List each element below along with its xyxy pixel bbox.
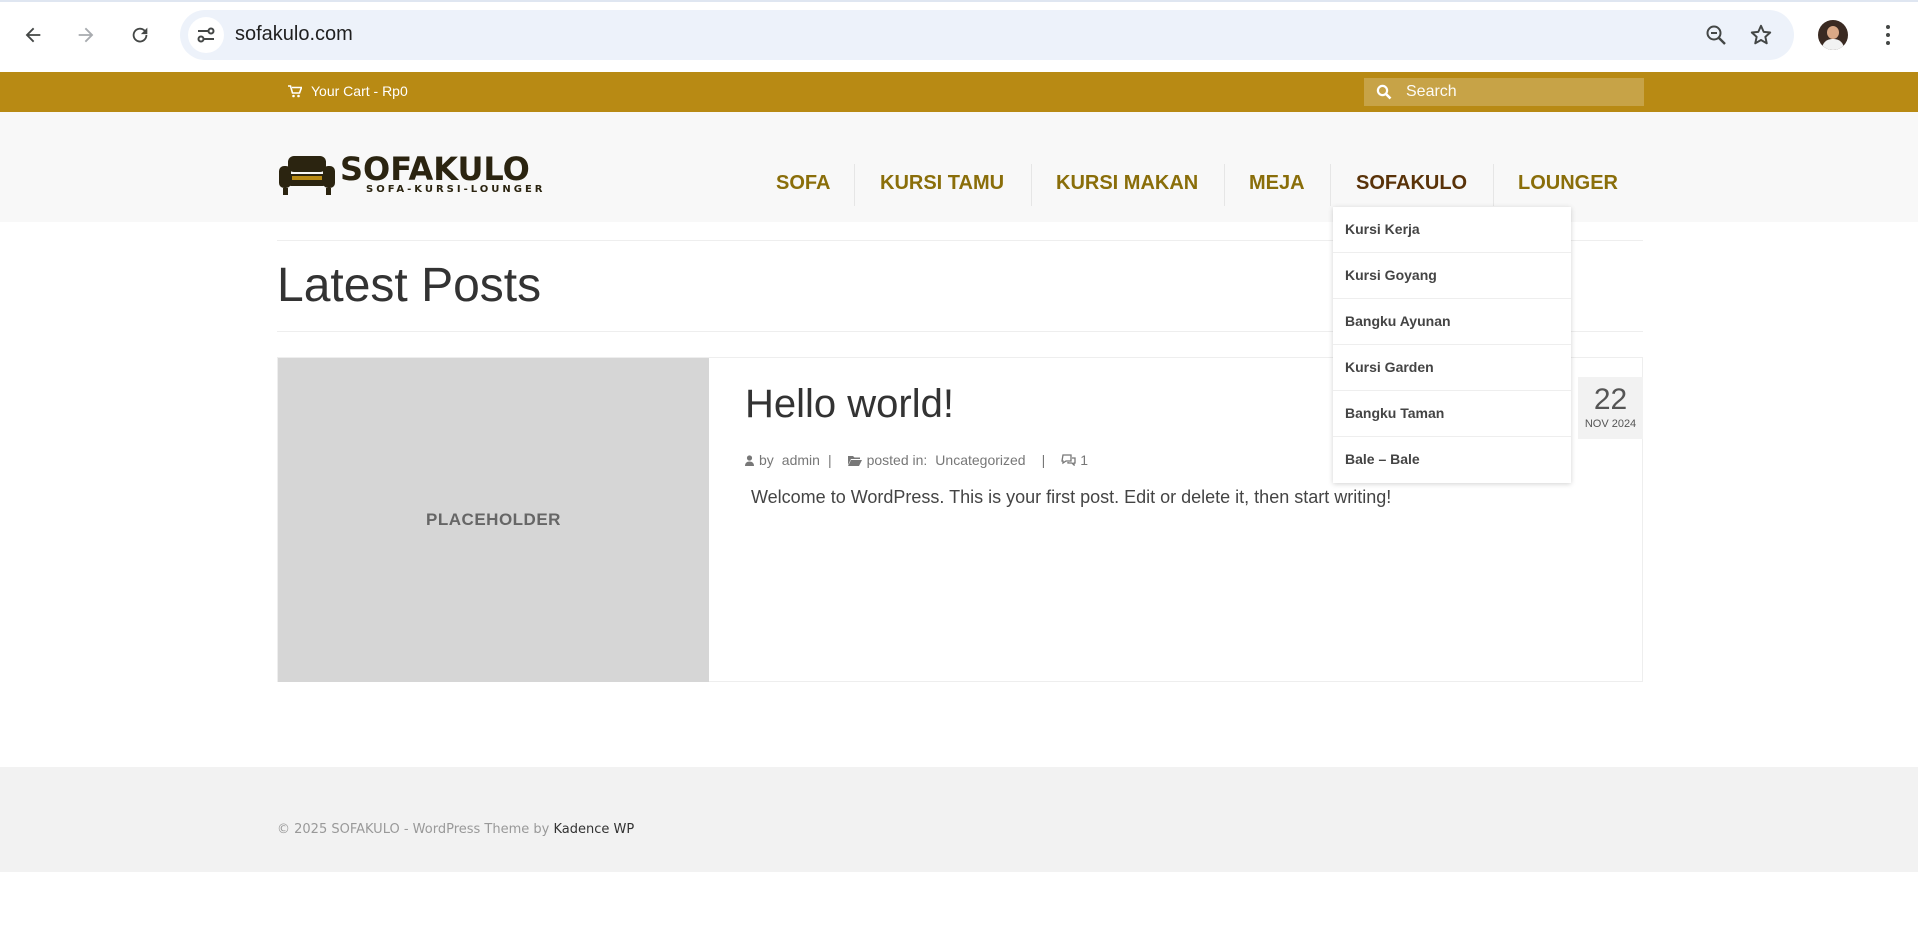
post-date-month-year: NOV 2024: [1584, 418, 1637, 430]
nav-divider: [854, 164, 855, 206]
submenu-item-bangku-ayunan[interactable]: Bangku Ayunan: [1333, 299, 1571, 345]
comments-icon: [1061, 454, 1076, 466]
nav-divider: [1493, 164, 1494, 206]
nav-divider: [1330, 164, 1331, 206]
post-excerpt: Welcome to WordPress. This is your first…: [751, 487, 1392, 507]
arrow-right-icon: [78, 27, 94, 43]
reload-icon: [132, 27, 148, 43]
avatar-face: [1827, 26, 1839, 39]
submenu-item-bale-bale[interactable]: Bale – Bale: [1333, 437, 1571, 483]
theme-credit-link[interactable]: Kadence WP: [554, 822, 635, 837]
copyright-text: © 2025 SOFAKULO - WordPress Theme by: [277, 822, 550, 837]
main-navigation: SOFA KURSI TAMU KURSI MAKAN MEJA SOFAKUL…: [0, 164, 1918, 206]
nav-item-kursi-makan[interactable]: KURSI MAKAN: [1056, 170, 1198, 195]
nav-divider: [1031, 164, 1032, 206]
author-link[interactable]: admin: [782, 452, 820, 468]
site-footer: © 2025 SOFAKULO - WordPress Theme by Kad…: [0, 767, 1918, 872]
post-thumbnail[interactable]: PLACEHOLDER: [278, 358, 709, 682]
tab-strip-edge: [0, 0, 1918, 2]
post-title[interactable]: Hello world!: [745, 382, 954, 427]
page-title: Latest Posts: [277, 259, 542, 312]
user-icon: [745, 454, 754, 466]
nav-item-sofakulo[interactable]: SOFAKULO: [1356, 170, 1467, 195]
url-text[interactable]: sofakulo.com: [235, 23, 353, 46]
cart-icon: [288, 84, 302, 97]
nav-divider: [1224, 164, 1225, 206]
arrow-left-icon: [25, 27, 41, 43]
search-icon[interactable]: [1376, 84, 1392, 105]
site-info-button[interactable]: [188, 17, 224, 53]
address-bar[interactable]: sofakulo.com: [180, 10, 1794, 60]
nav-item-meja[interactable]: MEJA: [1249, 170, 1305, 195]
meta-divider: |: [827, 452, 832, 468]
forward-button[interactable]: [68, 17, 104, 53]
nav-item-lounger[interactable]: LOUNGER: [1518, 170, 1618, 195]
thumbnail-placeholder-label: PLACEHOLDER: [426, 510, 561, 529]
zoom-icon[interactable]: [1704, 23, 1728, 52]
search-box[interactable]: [1364, 78, 1644, 106]
cart-label: Your Cart - Rp0: [311, 83, 408, 99]
footer-credits: © 2025 SOFAKULO - WordPress Theme by Kad…: [277, 822, 634, 837]
search-input[interactable]: [1406, 78, 1636, 106]
meta-divider: |: [1041, 452, 1046, 468]
sofakulo-submenu: Kursi Kerja Kursi Goyang Bangku Ayunan K…: [1333, 207, 1571, 483]
submenu-item-kursi-garden[interactable]: Kursi Garden: [1333, 345, 1571, 391]
category-link[interactable]: Uncategorized: [935, 452, 1025, 468]
profile-avatar[interactable]: [1818, 20, 1848, 50]
bookmark-star-icon[interactable]: [1748, 22, 1774, 53]
reload-button[interactable]: [122, 17, 158, 53]
cart-link[interactable]: Your Cart - Rp0: [288, 83, 408, 99]
browser-menu-icon[interactable]: [1878, 20, 1898, 50]
post-date-badge: 22 NOV 2024: [1578, 377, 1643, 439]
submenu-item-bangku-taman[interactable]: Bangku Taman: [1333, 391, 1571, 437]
tune-icon: [197, 27, 215, 43]
comment-count[interactable]: 1: [1080, 452, 1088, 468]
site-header: SOFAKULO SOFA-KURSI-LOUNGER SOFA KURSI T…: [0, 112, 1918, 222]
browser-toolbar: sofakulo.com: [0, 0, 1918, 72]
avatar-body: [1822, 39, 1844, 50]
submenu-item-kursi-goyang[interactable]: Kursi Goyang: [1333, 253, 1571, 299]
back-button[interactable]: [15, 17, 51, 53]
folder-open-icon: [847, 455, 862, 466]
posted-in-label: posted in:: [866, 452, 928, 468]
nav-item-kursi-tamu[interactable]: KURSI TAMU: [880, 170, 1004, 195]
submenu-item-kursi-kerja[interactable]: Kursi Kerja: [1333, 207, 1571, 253]
post-meta: by admin | posted in: Uncategorized | 1: [745, 452, 1088, 468]
author-prefix: by: [759, 452, 774, 468]
site-topbar: Your Cart - Rp0: [0, 72, 1918, 112]
nav-item-sofa[interactable]: SOFA: [776, 170, 830, 195]
post-date-day: 22: [1593, 383, 1628, 416]
